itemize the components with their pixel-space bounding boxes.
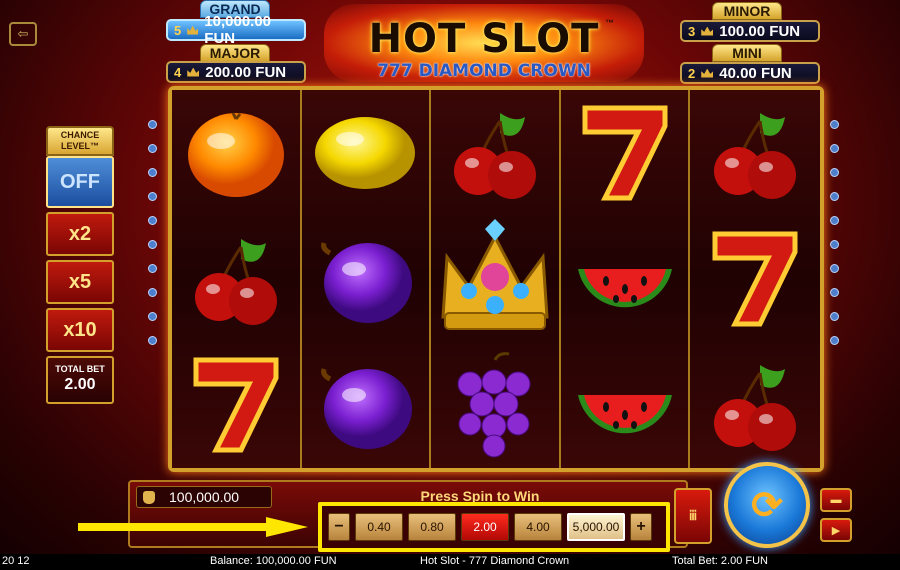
chance-off-button[interactable]: OFF	[46, 156, 114, 208]
seven-icon	[172, 342, 300, 468]
lemon-icon	[302, 90, 430, 216]
crown-icon	[187, 25, 199, 35]
crown-icon	[701, 68, 714, 78]
spin-icon: ⟳	[751, 484, 783, 527]
bet-decrease-button[interactable]: −	[328, 513, 350, 541]
minor-label: MINOR	[712, 2, 782, 20]
status-time: 20 12	[2, 555, 30, 567]
turbo-icon: ⅲ	[688, 508, 698, 523]
chance-x10-button[interactable]: x10	[46, 308, 114, 352]
watermelon-icon	[561, 216, 689, 342]
seven-icon	[561, 90, 689, 216]
reel-4	[560, 90, 691, 468]
plum-icon	[302, 216, 430, 342]
major-label: MAJOR	[200, 44, 270, 62]
status-total-bet: Total Bet: 2.00 FUN	[672, 555, 768, 567]
major-jackpot: 4 200.00 FUN	[166, 61, 306, 83]
game-logo: HOT SLOT ™ 777 DIAMOND CROWN	[324, 4, 644, 82]
status-bar: 20 12 Balance: 100,000.00 FUN Hot Slot -…	[0, 554, 900, 570]
reel-1	[172, 90, 302, 468]
bet-option-selected[interactable]: 2.00	[461, 513, 509, 541]
reel-5	[690, 90, 820, 468]
chance-x2-button[interactable]: x2	[46, 212, 114, 256]
turbo-button[interactable]: ⅲ	[674, 488, 712, 544]
chance-level-panel: CHANCE LEVEL™ OFF x2 x5 x10 TOTAL BET 2.…	[46, 126, 114, 404]
bet-option[interactable]: 0.80	[408, 513, 456, 541]
grapes-icon	[431, 342, 559, 468]
total-bet-value: 2.00	[64, 376, 96, 393]
mini-jackpot: 2 40.00 FUN	[680, 62, 820, 84]
mini-amount: 40.00 FUN	[719, 64, 792, 82]
bet-increase-button[interactable]: +	[630, 513, 652, 541]
menu-icon: ▬	[830, 494, 842, 506]
exit-button[interactable]: ⇦	[9, 22, 37, 46]
chance-x5-button[interactable]: x5	[46, 260, 114, 304]
payline-markers-right	[830, 120, 840, 360]
grand-count: 5	[174, 22, 182, 38]
minor-jackpot: 3 100.00 FUN	[680, 20, 820, 42]
status-game-name: Hot Slot - 777 Diamond Crown	[420, 555, 570, 567]
plum-icon	[302, 342, 430, 468]
seven-icon	[690, 216, 820, 342]
crown-icon	[431, 216, 559, 342]
menu-button[interactable]: ▬	[820, 488, 852, 512]
trademark: ™	[605, 18, 614, 28]
bet-option[interactable]: 4.00	[514, 513, 562, 541]
logo-subtitle: 777 DIAMOND CROWN	[377, 61, 591, 81]
crown-icon	[701, 26, 714, 36]
chance-level-header: CHANCE LEVEL™	[46, 126, 114, 156]
reel-grid	[168, 86, 824, 472]
reel-2	[301, 90, 432, 468]
mini-label: MINI	[712, 44, 782, 62]
crown-icon	[187, 67, 200, 77]
exit-icon: ⇦	[17, 26, 29, 41]
minor-amount: 100.00 FUN	[719, 22, 801, 40]
minor-count: 3	[688, 23, 696, 39]
bet-option-max[interactable]: 5,000.00	[567, 513, 625, 541]
orange-icon	[172, 90, 300, 216]
logo-title: HOT SLOT	[368, 16, 600, 62]
bet-selector: − 0.40 0.80 2.00 4.00 5,000.00 +	[318, 502, 670, 552]
status-balance: Balance: 100,000.00 FUN	[210, 555, 337, 567]
major-amount: 200.00 FUN	[205, 63, 287, 81]
autoplay-button[interactable]: ▶	[820, 518, 852, 542]
play-icon: ▶	[831, 524, 841, 537]
grand-amount: 10,000.00 FUN	[204, 13, 272, 47]
cherry-icon	[431, 90, 559, 216]
bet-option[interactable]: 0.40	[355, 513, 403, 541]
watermelon-icon	[561, 342, 689, 468]
major-count: 4	[174, 64, 182, 80]
cherry-icon	[690, 90, 820, 216]
mini-count: 2	[688, 65, 696, 81]
cherry-icon	[690, 342, 820, 468]
total-bet-label: TOTAL BET	[55, 364, 105, 374]
balance-value: 100,000.00	[169, 489, 240, 505]
cherry-icon	[172, 216, 300, 342]
grand-jackpot: 5 10,000.00 FUN	[166, 13, 306, 47]
chance-total-bet: TOTAL BET 2.00	[46, 356, 114, 404]
money-bag-icon	[143, 490, 155, 504]
reel-3	[431, 90, 561, 468]
spin-button[interactable]: ⟳	[724, 462, 810, 548]
arrow-icon	[78, 517, 308, 537]
balance-display: 100,000.00	[136, 486, 272, 508]
payline-markers-left	[148, 120, 158, 360]
